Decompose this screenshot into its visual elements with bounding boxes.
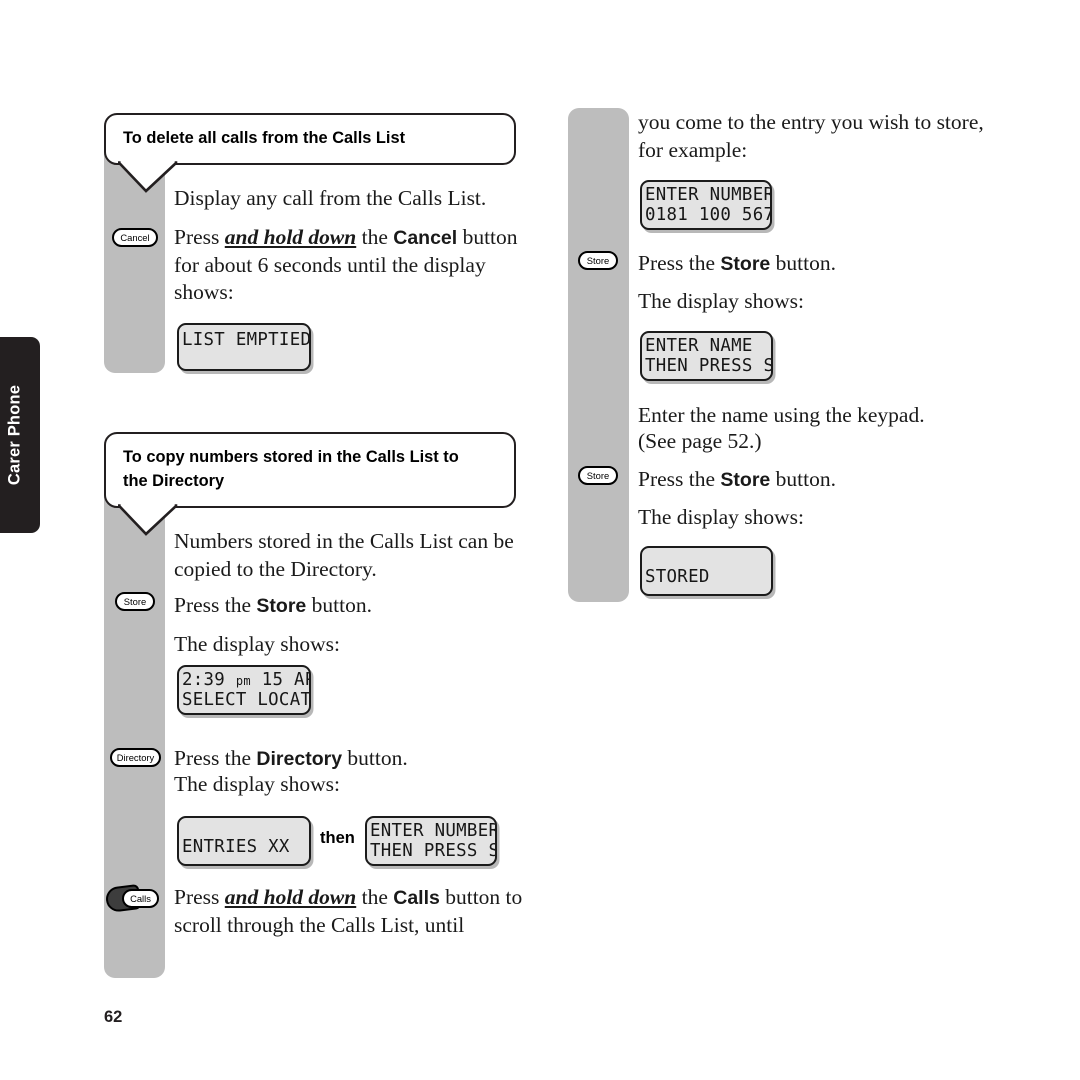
lcd-time: 2:39 — [182, 669, 236, 690]
callout-tail-2 — [118, 503, 180, 537]
button-word-2: button. — [342, 746, 408, 770]
and-hold-down-emph: and hold down — [224, 225, 357, 249]
store-bold-3: Store — [720, 469, 771, 491]
step-text-press-calls: Press and hold down the Calls button to … — [174, 884, 534, 939]
right-continuation-text: you come to the entry you wish to store,… — [638, 110, 984, 162]
lcd-display-stored: STORED — [640, 546, 773, 596]
lcd-display-enter-number-then-store: ENTER NUMBER THEN PRESS STORE — [365, 816, 497, 866]
press-the-word-2: Press the — [174, 746, 257, 770]
callout-tail-1 — [118, 160, 180, 194]
directory-bold: Directory — [256, 748, 343, 770]
section-heading-text-2a: To copy numbers stored in the Calls List… — [123, 448, 459, 466]
section2-intro-text: Numbers stored in the Calls List can be … — [174, 529, 514, 581]
button-word-4: button. — [770, 467, 836, 491]
text-display-shows-2: The display shows: — [174, 772, 341, 796]
store-bold-2: Store — [720, 253, 771, 275]
lcd-line-1: 2:39 pm 15 APR — [182, 670, 309, 690]
lcd-line-2: THEN PRESS STORE — [645, 356, 771, 376]
the-word-2: the — [356, 885, 394, 909]
key-calls-label: Calls — [130, 892, 151, 904]
press-the-word-4: Press the — [638, 467, 721, 491]
lcd-line-2: STORED — [645, 566, 710, 587]
key-directory-label: Directory — [116, 751, 155, 763]
lcd-display-list-emptied: LIST EMPTIED — [177, 323, 311, 371]
and-hold-down-emph-2: and hold down — [224, 885, 357, 909]
step-text-press-store-right-1: Press the Store button. — [638, 250, 988, 278]
key-calls[interactable]: Calls — [122, 889, 159, 908]
text-display-shows-4: The display shows: — [638, 505, 805, 529]
key-directory[interactable]: Directory — [110, 748, 161, 767]
key-store-right-2[interactable]: Store — [578, 466, 618, 485]
lcd-line-2: THEN PRESS STORE — [370, 841, 495, 861]
step-text-press-store-left: Press the Store button. — [174, 592, 534, 620]
section-heading-callout-2: To copy numbers stored in the Calls List… — [104, 432, 516, 536]
section-heading-callout-1: To delete all calls from the Calls List — [104, 113, 516, 194]
store-bold: Store — [256, 595, 307, 617]
lcd-line-1: ENTER NUMBER — [370, 820, 497, 841]
step-text-press-directory: Press the Directory button. — [174, 745, 534, 773]
side-thumb-tab: Carer Phone — [0, 337, 40, 533]
press-word: Press — [174, 225, 225, 249]
key-store-left-label: Store — [123, 595, 147, 607]
section-heading-text-1: To delete all calls from the Calls List — [123, 129, 406, 147]
lcd-line-1: ENTER NUMBER — [645, 184, 772, 205]
key-store-right-2-label: Store — [586, 469, 610, 481]
lcd-line-1: ENTER NAME — [645, 335, 753, 356]
lcd-ampm: pm — [235, 673, 251, 688]
step-text-display-any-call: Display any call from the Calls List. — [174, 186, 487, 210]
lcd-display-select-location: 2:39 pm 15 APR SELECT LOCATION — [177, 665, 311, 715]
key-store-right-1[interactable]: Store — [578, 251, 618, 270]
lcd-display-enter-name: ENTER NAME THEN PRESS STORE — [640, 331, 773, 381]
press-word-2: Press — [174, 885, 225, 909]
section-heading-text-2b: the Directory — [123, 471, 225, 490]
page-number: 62 — [104, 1008, 123, 1026]
side-thumb-tab-label: Carer Phone — [5, 384, 24, 486]
the-word: the — [356, 225, 394, 249]
key-store-left[interactable]: Store — [115, 592, 155, 611]
key-cancel[interactable]: Cancel — [112, 228, 158, 247]
lcd-display-entries: ENTRIES XX — [177, 816, 311, 866]
key-store-right-1-label: Store — [586, 254, 610, 266]
lcd-line-1: LIST EMPTIED — [182, 330, 311, 350]
lcd-line-2: ENTRIES XX — [182, 836, 290, 857]
keypad-note-line-2: (See page 52.) — [638, 429, 762, 453]
keypad-note-line-1: Enter the name using the keypad. — [638, 403, 925, 427]
step-text-press-store-right-2: Press the Store button. — [638, 466, 988, 494]
lcd-display-enter-number-value: ENTER NUMBER 0181 100 5678 — [640, 180, 772, 230]
press-the-word: Press the — [174, 593, 257, 617]
button-word-3: button. — [770, 251, 836, 275]
text-display-shows-1: The display shows: — [174, 632, 341, 656]
lcd-line-2: SELECT LOCATION — [182, 690, 311, 710]
then-connector-label: then — [320, 829, 355, 847]
text-display-shows-3: The display shows: — [638, 289, 805, 313]
button-word: button. — [306, 593, 372, 617]
press-the-word-3: Press the — [638, 251, 721, 275]
key-cancel-label: Cancel — [120, 231, 150, 243]
calls-bold: Calls — [393, 887, 440, 909]
section-grey-bar-3 — [568, 108, 629, 602]
step-text-press-cancel: Press and hold down the Cancel button fo… — [174, 224, 534, 307]
cancel-bold: Cancel — [393, 227, 458, 249]
lcd-line-2: 0181 100 5678 — [645, 205, 772, 225]
lcd-date: 15 APR — [261, 669, 309, 690]
